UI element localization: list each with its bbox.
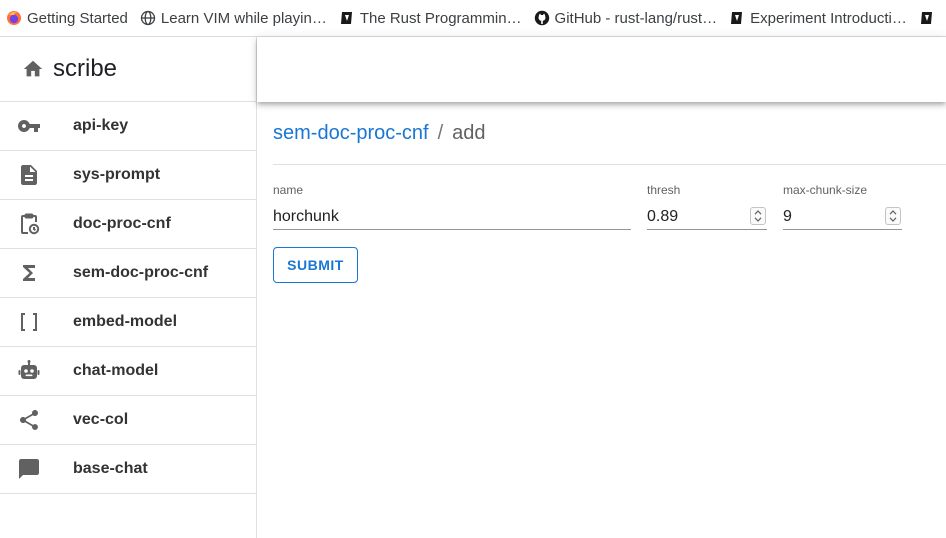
- bookmarks-bar: Getting Started Learn VIM while playin… …: [0, 0, 946, 37]
- bookmark-label: GitHub - rust-lang/rust…: [554, 9, 718, 27]
- name-field-label: name: [273, 183, 304, 197]
- max-chunk-size-input-wrapper: [783, 205, 902, 230]
- main-content: sem-doc-proc-cnf / add name thresh max-c…: [257, 102, 946, 538]
- thresh-field: thresh: [647, 182, 767, 230]
- bookmark-label: The Rust Programmin…: [359, 9, 522, 27]
- bookmark-experiment-intro[interactable]: Experiment Introducti…: [723, 4, 913, 32]
- breadcrumb-parent-link[interactable]: sem-doc-proc-cnf: [273, 122, 429, 145]
- clipboard-clock-icon: [17, 212, 41, 236]
- breadcrumb-separator: /: [437, 122, 444, 144]
- sidebar-item-label: api-key: [73, 117, 129, 134]
- bookmark-rust-book[interactable]: The Rust Programmin…: [333, 4, 528, 32]
- max-chunk-size-field-label: max-chunk-size: [783, 183, 868, 197]
- sidebar-item-label: base-chat: [73, 460, 148, 477]
- thresh-input-wrapper: [647, 205, 767, 230]
- max-chunk-size-field: max-chunk-size: [783, 182, 902, 230]
- book-icon: [339, 10, 355, 26]
- globe-icon: [140, 10, 156, 26]
- robot-icon: [17, 359, 41, 383]
- book-icon: [919, 10, 935, 26]
- firefox-icon: [6, 10, 22, 26]
- share-icon: [17, 408, 41, 432]
- brackets-icon: [17, 310, 41, 334]
- document-icon: [17, 163, 41, 187]
- breadcrumb-current: add: [452, 122, 486, 144]
- github-icon: [534, 10, 550, 26]
- sidebar-item-label: sem-doc-proc-cnf: [73, 264, 209, 281]
- thresh-stepper[interactable]: [750, 207, 766, 225]
- chat-bubble-icon: [17, 457, 41, 481]
- sidebar-item-label: chat-model: [73, 362, 159, 379]
- bookmark-label: Getting Started: [27, 9, 128, 27]
- chevron-up-icon[interactable]: [753, 209, 763, 216]
- sidebar-item-label: sys-prompt: [73, 166, 161, 183]
- name-field: name: [273, 182, 631, 230]
- chevron-down-icon[interactable]: [753, 216, 763, 223]
- bookmark-learn-vim[interactable]: Learn VIM while playin…: [134, 4, 333, 32]
- sidebar-item-sys-prompt[interactable]: sys-prompt: [0, 151, 256, 200]
- key-icon: [17, 114, 41, 138]
- divider: [273, 164, 946, 165]
- sidebar-item-chat-model[interactable]: chat-model: [0, 347, 256, 396]
- bookmark-github-rust[interactable]: GitHub - rust-lang/rust…: [528, 4, 724, 32]
- name-input[interactable]: [273, 208, 631, 226]
- breadcrumb: sem-doc-proc-cnf / add: [273, 122, 486, 145]
- book-icon: [729, 10, 745, 26]
- sidebar-item-embed-model[interactable]: embed-model: [0, 298, 256, 347]
- chevron-up-icon[interactable]: [888, 209, 898, 216]
- bookmark-label: Learn VIM while playin…: [160, 9, 327, 27]
- chevron-down-icon[interactable]: [888, 216, 898, 223]
- bookmark-overflow[interactable]: [913, 4, 946, 32]
- sidebar-item-sem-doc-proc-cnf[interactable]: sem-doc-proc-cnf: [0, 249, 256, 298]
- sidebar-item-doc-proc-cnf[interactable]: doc-proc-cnf: [0, 200, 256, 249]
- bookmark-label: Experiment Introducti…: [750, 9, 907, 27]
- thresh-field-label: thresh: [647, 183, 681, 197]
- bookmark-getting-started[interactable]: Getting Started: [0, 4, 134, 32]
- sidebar-item-label: doc-proc-cnf: [73, 215, 171, 232]
- max-chunk-size-stepper[interactable]: [885, 207, 901, 225]
- name-input-wrapper: [273, 205, 631, 230]
- submit-button[interactable]: SUBMIT: [273, 247, 358, 283]
- thresh-input[interactable]: [647, 208, 767, 226]
- sidebar-item-label: embed-model: [73, 313, 178, 330]
- sidebar-item-api-key[interactable]: api-key: [0, 102, 256, 151]
- home-icon: [22, 58, 44, 80]
- top-app-bar: [257, 37, 946, 102]
- sidebar: scribe api-key sys-prompt doc-proc-cnf s…: [0, 37, 257, 538]
- sidebar-item-vec-col[interactable]: vec-col: [0, 396, 256, 445]
- brand[interactable]: scribe: [0, 37, 256, 102]
- sidebar-item-base-chat[interactable]: base-chat: [0, 445, 256, 494]
- sigma-icon: [17, 261, 41, 285]
- sidebar-item-label: vec-col: [73, 411, 129, 428]
- app-title: scribe: [53, 55, 118, 82]
